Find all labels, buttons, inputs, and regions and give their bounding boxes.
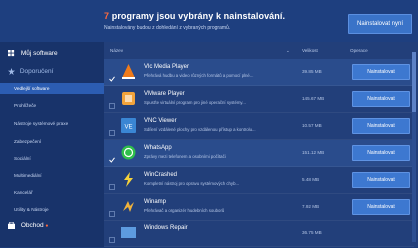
header-bar: 7 programy jsou vybrány k nainstalování.… <box>0 0 418 42</box>
table-row[interactable]: VE VNC Viewer Sdílení vzdálené plochy pr… <box>104 113 414 140</box>
sort-arrow-icon: ⌄ <box>286 48 290 53</box>
table-row[interactable]: WinCrashed Kompletní nástroj pro opravu … <box>104 167 414 194</box>
sidebar-item-utility[interactable]: Utility & Nástroje <box>14 207 118 212</box>
empty-checkbox-icon <box>109 103 115 109</box>
sidebar-item-kancelar[interactable]: Kancelář <box>14 190 118 195</box>
empty-checkbox-icon <box>109 211 115 217</box>
app-name: Winamp <box>144 199 167 205</box>
row-checkbox[interactable] <box>109 230 115 243</box>
app-window: 7 programy jsou vybrány k nainstalování.… <box>0 0 418 247</box>
app-description: Zprávy mezi telefonem a osobními počítač… <box>144 154 226 159</box>
sidebar-item-vedlejsi[interactable]: Vedlejší software <box>0 83 104 94</box>
svg-text:VE: VE <box>124 125 132 131</box>
winamp-icon <box>120 198 137 215</box>
column-name[interactable]: Název <box>110 48 123 53</box>
whatsapp-icon <box>120 144 137 161</box>
row-checkbox[interactable] <box>109 123 115 136</box>
empty-checkbox-icon <box>109 184 115 190</box>
sidebar-item-nastroje[interactable]: Nástroje systémové praxe <box>14 121 118 126</box>
check-icon <box>109 76 115 82</box>
app-size: 151.12 MB <box>302 150 325 155</box>
store-icon <box>8 222 15 229</box>
app-size: 10.57 MB <box>302 123 322 128</box>
table-row[interactable]: Windows Repair 36.75 MB <box>104 220 414 247</box>
sidebar-my-software-label: Můj software <box>20 50 58 58</box>
sidebar-item-zabezpeceni[interactable]: Zabezpečení <box>14 139 118 144</box>
install-now-button[interactable]: Nainstalovat nyní <box>348 14 412 34</box>
app-name: Windows Repair <box>144 225 188 231</box>
vlc-icon <box>120 63 137 80</box>
install-button[interactable]: Nainstalovat <box>352 91 410 107</box>
sidebar-store-label: Obchod <box>20 222 44 230</box>
sidebar: Můj software Doporučení Vedlejší softwar… <box>0 42 104 247</box>
app-description: Přehrávač a organizér hudebních souborů <box>144 208 225 213</box>
column-size[interactable]: Velikost <box>302 48 318 53</box>
header-subtitle: Nainstalovány budou z dohledání z vybran… <box>104 25 231 31</box>
header-title: 7 programy jsou vybrány k nainstalování. <box>104 11 285 21</box>
app-description: Kompletní nástroj pro opravu systémových… <box>144 181 240 186</box>
app-name: VNC Viewer <box>144 118 177 124</box>
sidebar-item-multimedialni[interactable]: Multimediální <box>14 173 118 178</box>
app-name: WinCrashed <box>144 172 178 178</box>
selected-count: 7 <box>104 11 110 21</box>
app-size: 39.85 MB <box>302 69 322 74</box>
app-size: 5.48 MB <box>302 177 320 182</box>
table-row[interactable]: Winamp Přehrávač a organizér hudebních s… <box>104 194 414 221</box>
scrollbar-thumb[interactable] <box>412 52 416 112</box>
row-checkbox[interactable] <box>109 96 115 109</box>
row-checkbox[interactable] <box>109 177 115 190</box>
sidebar-my-software[interactable]: Můj software <box>8 50 112 57</box>
app-description: Přehrává hudbu a video různých formátů a… <box>144 73 254 78</box>
list-scrollbar[interactable] <box>412 52 416 242</box>
row-checkbox[interactable] <box>109 150 115 163</box>
install-button[interactable]: Nainstalovat <box>352 118 410 134</box>
software-list: Název ⌄ Velikost Operace Vlc Media Playe… <box>104 42 418 247</box>
app-name: VMware Player <box>144 91 185 97</box>
sidebar-item-socialni[interactable]: Sociální <box>14 156 118 161</box>
store-dot-icon: ● <box>45 223 49 230</box>
app-size: 7.92 MB <box>302 204 320 209</box>
star-icon <box>8 68 15 75</box>
table-row[interactable]: Vlc Media Player Přehrává hudbu a video … <box>104 59 414 86</box>
sidebar-section-label: Doporučení <box>19 68 54 76</box>
app-description: Spusťte virtuální program pro jiné opera… <box>144 100 246 105</box>
grid-icon <box>8 50 15 57</box>
app-description: Sdílení vzdálené plochy pro vzdálenou př… <box>144 127 256 132</box>
windows-repair-icon <box>120 224 137 241</box>
table-row[interactable]: VMware Player Spusťte virtuální program … <box>104 86 414 113</box>
install-button[interactable]: Nainstalovat <box>352 64 410 80</box>
app-name: WhatsApp <box>144 145 172 151</box>
table-row[interactable]: WhatsApp Zprávy mezi telefonem a osobním… <box>104 140 414 167</box>
app-name: Vlc Media Player <box>144 64 190 70</box>
column-action: Operace <box>350 48 368 53</box>
app-size: 145.67 MB <box>302 96 325 101</box>
row-checkbox[interactable] <box>109 69 115 82</box>
empty-checkbox-icon <box>109 237 115 243</box>
app-size: 36.75 MB <box>302 230 322 235</box>
wincrashed-icon <box>120 171 137 188</box>
install-button[interactable]: Nainstalovat <box>352 199 410 215</box>
vmware-icon <box>120 90 137 107</box>
install-button[interactable]: Nainstalovat <box>352 145 410 161</box>
sidebar-store[interactable]: Obchod ● <box>8 222 112 229</box>
sidebar-item-prohlizece[interactable]: Prohlížeče <box>14 103 118 108</box>
sidebar-section-recommended[interactable]: Doporučení <box>8 68 112 75</box>
install-button[interactable]: Nainstalovat <box>352 172 410 188</box>
check-icon <box>109 157 115 163</box>
row-checkbox[interactable] <box>109 204 115 217</box>
column-header-row: Název ⌄ Velikost Operace <box>104 48 418 57</box>
header-title-text: programy jsou vybrány k nainstalování. <box>111 11 286 21</box>
vnc-icon: VE <box>120 117 137 134</box>
empty-checkbox-icon <box>109 130 115 136</box>
